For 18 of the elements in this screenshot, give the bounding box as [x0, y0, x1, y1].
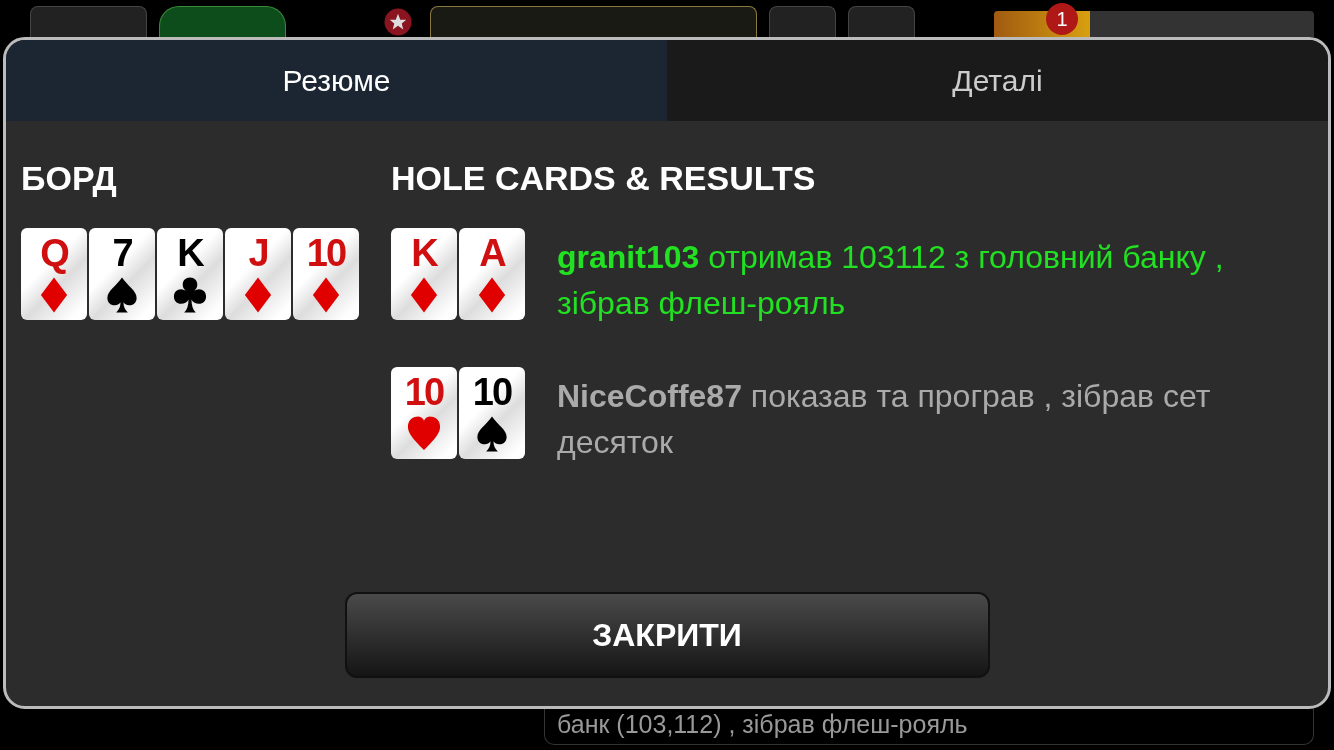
card-rank: K — [177, 234, 203, 272]
card-rank: J — [248, 234, 268, 272]
tab[interactable]: Деталі — [667, 40, 1328, 121]
card-rank: A — [479, 234, 505, 272]
action-log-text: банк (103,112) , зібрав флеш-рояль — [544, 709, 1314, 745]
result-text: granit103 отримав 103112 з головний банку , зібрав флеш-рояль — [557, 238, 1225, 324]
card-rank: 10 — [404, 372, 444, 411]
card-rank: K — [411, 234, 437, 272]
section-heading: БОРД — [21, 159, 118, 198]
result-text: NiceCoffe87 показав та програв , зібрав сет десяток — [557, 376, 1212, 463]
card-rank: Q — [40, 234, 68, 272]
card-rank: 10 — [306, 234, 346, 272]
card-rank: 10 — [472, 372, 512, 411]
close-button[interactable]: ЗАКРИТИ — [344, 592, 990, 678]
section-heading: HOLE CARDS & RESULTS — [391, 159, 817, 198]
notification-badge: 1 — [1046, 3, 1078, 35]
tab[interactable]: Резюме — [6, 40, 667, 121]
card-rank: 7 — [112, 234, 132, 272]
